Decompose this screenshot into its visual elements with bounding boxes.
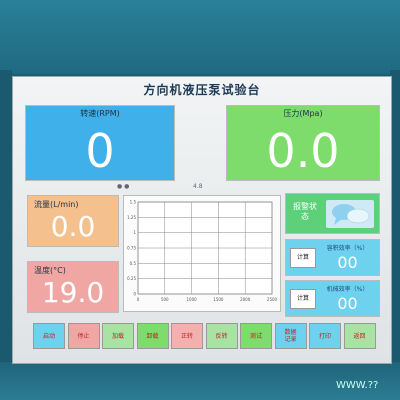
x-tick-label: 1000 — [187, 297, 198, 302]
trend-chart-svg: 0 500 1000 1500 2000 2500 1.5 1.25 1 0.75 0.5 0.25 0 — [127, 200, 278, 303]
reverse-button[interactable]: 反转 — [205, 323, 238, 349]
y-tick-label: 0.25 — [127, 276, 136, 281]
indicator-number: 4.8 — [193, 183, 203, 190]
x-tick-label: 500 — [161, 297, 169, 302]
record-button[interactable]: 数据 记录 — [274, 323, 307, 349]
alarm-label: 报警状态 — [293, 202, 317, 221]
calc-volumetric-button[interactable]: 计算 — [290, 248, 316, 268]
screen-title: 方向机液压泵试验台 — [143, 83, 261, 97]
monitor-bezel-left — [0, 70, 12, 366]
x-tick-label: 2000 — [240, 297, 251, 302]
print-button[interactable]: 打印 — [309, 323, 341, 349]
volumetric-efficiency-panel: 计算 容积效率（%） 00 — [285, 239, 380, 276]
speed-value: 0 — [85, 124, 115, 178]
chat-bubbles-icon — [326, 200, 374, 228]
volumetric-efficiency-label: 容积效率（%） — [326, 245, 369, 252]
indicator-dots: ● ● — [117, 183, 130, 190]
y-tick-label: 1.5 — [130, 200, 137, 205]
flow-panel: 流量(L/min) 0.0 — [27, 195, 119, 247]
mechanical-efficiency-label: 机械效率（%） — [326, 286, 369, 293]
unload-button[interactable]: 卸载 — [136, 323, 169, 349]
mechanical-efficiency-value: 00 — [337, 294, 358, 313]
start-button[interactable]: 启动 — [33, 323, 65, 349]
test-button[interactable]: 测试 — [240, 323, 272, 349]
trend-chart: 0 500 1000 1500 2000 2500 1.5 1.25 1 0.75 0.5 0.25 0 — [123, 195, 281, 312]
y-tick-label: 1 — [133, 230, 136, 235]
flow-value: 0.0 — [50, 210, 96, 243]
y-tick-label: 0.75 — [127, 246, 136, 251]
forward-button[interactable]: 正转 — [171, 323, 203, 349]
return-button[interactable]: 返回 — [343, 323, 376, 349]
temperature-label: 温度(°C) — [34, 266, 66, 275]
load-button[interactable]: 加载 — [102, 323, 134, 349]
x-tick-label: 0 — [137, 297, 140, 302]
temperature-panel: 温度(°C) 19.0 — [27, 261, 119, 313]
y-tick-label: 0.5 — [130, 261, 137, 266]
mechanical-efficiency-panel: 计算 机械效率（%） 00 — [285, 280, 380, 317]
temperature-value: 19.0 — [41, 276, 105, 309]
speed-label: 转速(RPM) — [80, 109, 120, 118]
stop-button[interactable]: 停止 — [67, 323, 100, 349]
flow-label: 流量(L/min) — [34, 200, 79, 209]
y-tick-label: 1.25 — [127, 215, 136, 220]
watermark: WWW.?? — [336, 380, 379, 391]
volumetric-efficiency-value: 00 — [337, 253, 358, 272]
pressure-panel: 压力(Mpa) 0.0 — [226, 105, 380, 181]
calc-mechanical-button[interactable]: 计算 — [290, 289, 316, 309]
speed-panel: 转速(RPM) 0 — [25, 105, 175, 181]
y-tick-label: 0 — [133, 292, 136, 297]
monitor-bezel-top — [0, 0, 400, 74]
x-tick-label: 2500 — [267, 297, 278, 302]
hmi-screen: 方向机液压泵试验台 转速(RPM) 0 压力(Mpa) 0.0 ● ● 4.8 … — [12, 76, 392, 364]
alarm-panel: 报警状态 — [285, 193, 380, 234]
pressure-value: 0.0 — [266, 124, 340, 178]
x-tick-label: 1500 — [213, 297, 224, 302]
pressure-label: 压力(Mpa) — [283, 109, 323, 118]
